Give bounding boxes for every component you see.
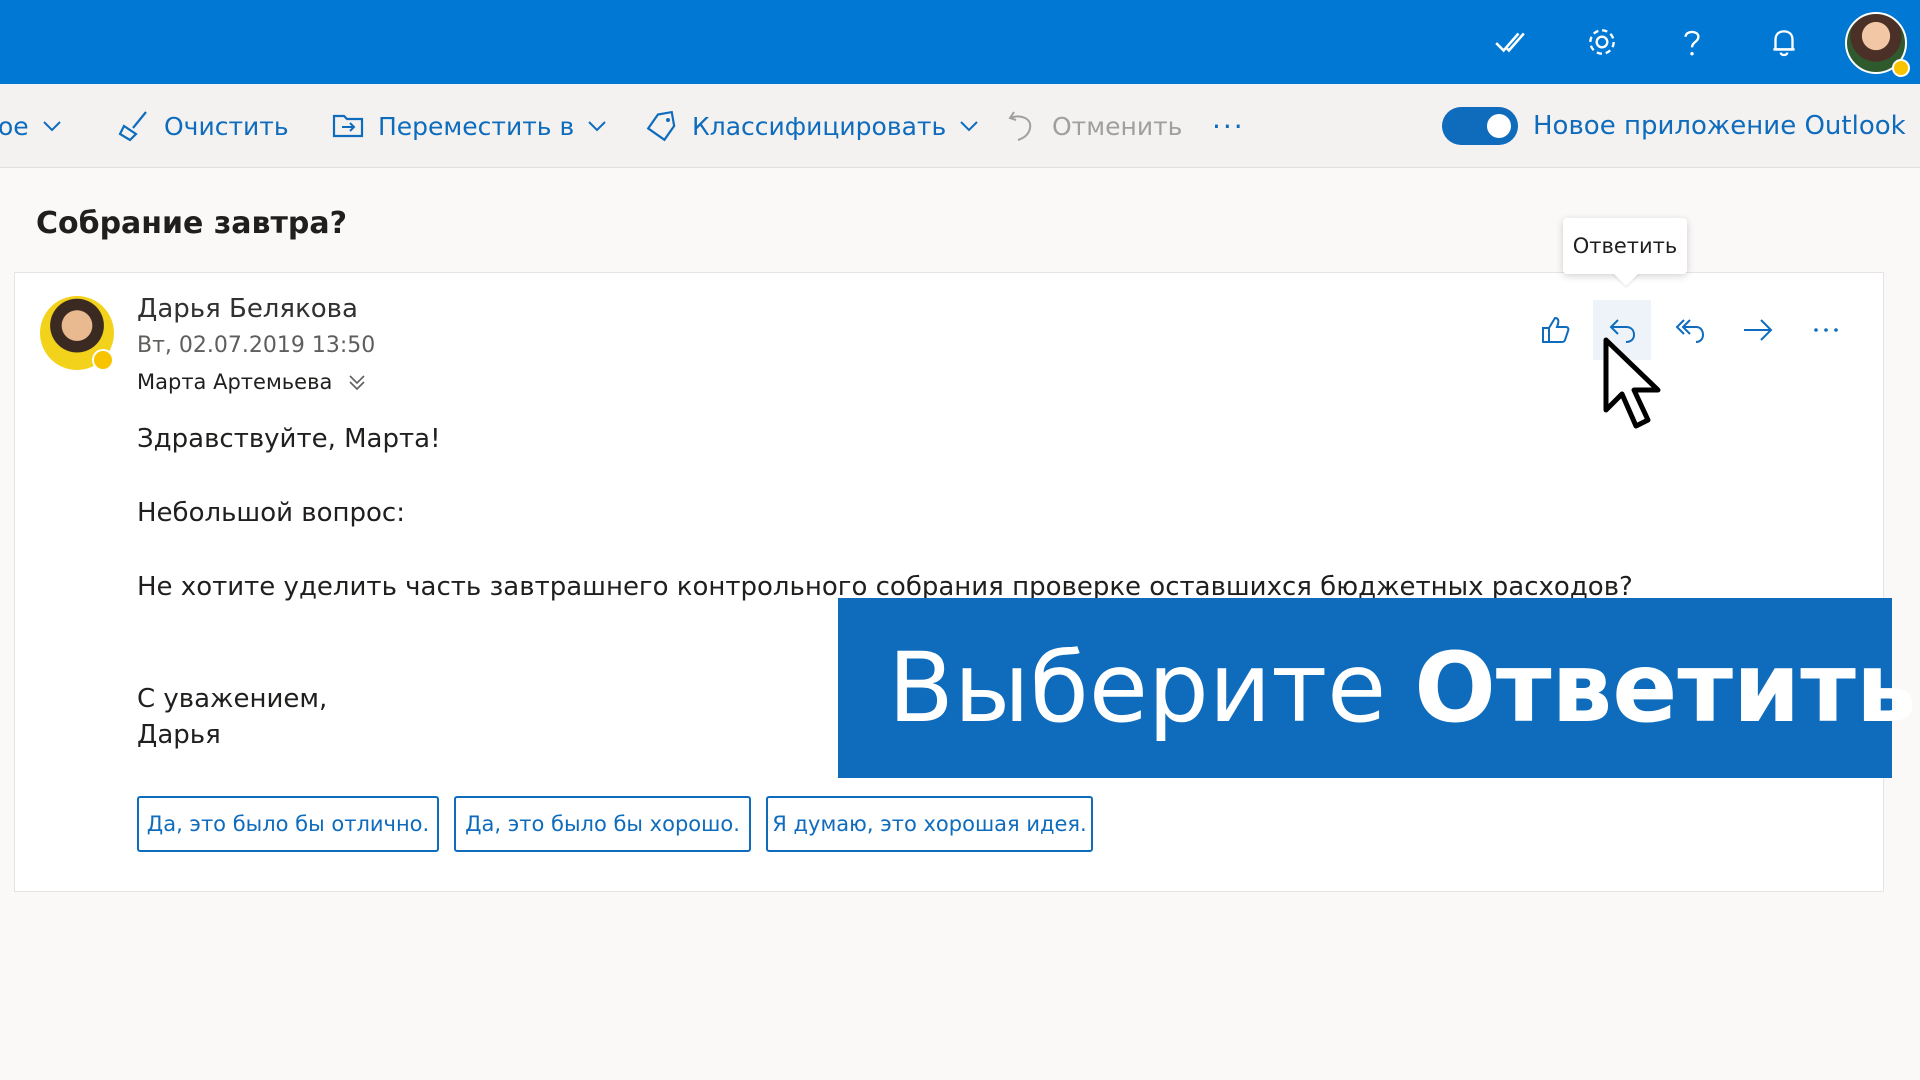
chevron-down-icon [39,113,65,139]
bell-icon[interactable] [1760,18,1808,66]
reply-tooltip: Ответить [1563,218,1687,274]
more-horizontal-icon [1814,328,1838,332]
presence-status-icon [1892,59,1910,77]
sweep-label: Очистить [164,111,289,141]
suggested-reply-2[interactable]: Да, это было бы хорошо. [454,796,751,852]
new-outlook-toggle[interactable] [1442,107,1518,145]
tooltip-arrow [1612,272,1640,286]
recipient[interactable]: Марта Артемьева [137,370,368,394]
tag-icon [644,108,680,144]
more-commands-label: ··· [1212,109,1245,143]
sender-name[interactable]: Дарья Белякова [137,294,358,324]
mouse-cursor-icon [1603,337,1661,429]
categorize-label: Классифицировать [692,111,947,141]
caption-regular: Выберите [888,632,1387,744]
double-chevron-down-icon[interactable] [346,371,368,393]
top-bar [0,0,1920,84]
undo-label: Отменить [1052,111,1183,141]
caption-bold: Ответить [1414,632,1917,744]
body-greeting: Здравствуйте, Марта! [137,424,441,454]
new-outlook-label: Новое приложение Outlook [1533,111,1906,141]
sweep-button[interactable]: Очистить [116,84,289,168]
partial-command-label: ое [0,111,29,141]
recipient-name: Марта Артемьева [137,370,333,394]
gear-icon[interactable] [1578,18,1626,66]
body-signoff: С уважением, [137,684,328,714]
more-actions-button[interactable] [1797,300,1855,360]
undo-button[interactable]: Отменить [1004,84,1182,168]
checkmark-icon[interactable] [1486,18,1534,66]
help-icon[interactable] [1668,18,1716,66]
chevron-down-icon [956,113,982,139]
move-to-label: Переместить в [378,111,575,141]
user-avatar[interactable] [1845,12,1910,77]
suggested-reply-1[interactable]: Да, это было бы отлично. [137,796,439,852]
chevron-down-icon [584,113,610,139]
partial-command-button[interactable]: ое [0,84,65,168]
reply-all-icon [1675,319,1705,343]
suggested-reply-3[interactable]: Я думаю, это хорошая идея. [766,796,1093,852]
instruction-caption: Выберите Ответить [838,598,1917,778]
broom-icon [116,108,152,144]
undo-icon [1004,108,1040,144]
move-to-button[interactable]: Переместить в [330,84,610,168]
move-folder-icon [330,108,366,144]
more-commands-button[interactable]: ··· [1212,84,1245,168]
email-subject: Собрание завтра? [36,206,348,241]
email-date: Вт, 02.07.2019 13:50 [137,333,376,358]
forward-button[interactable] [1729,300,1787,360]
like-button[interactable] [1526,300,1584,360]
body-line-1: Небольшой вопрос: [137,498,405,528]
forward-arrow-icon [1744,319,1773,341]
thumbs-up-icon [1542,316,1570,343]
sender-status-icon [92,349,114,371]
body-signature: Дарья [137,720,221,750]
categorize-button[interactable]: Классифицировать [644,84,982,168]
